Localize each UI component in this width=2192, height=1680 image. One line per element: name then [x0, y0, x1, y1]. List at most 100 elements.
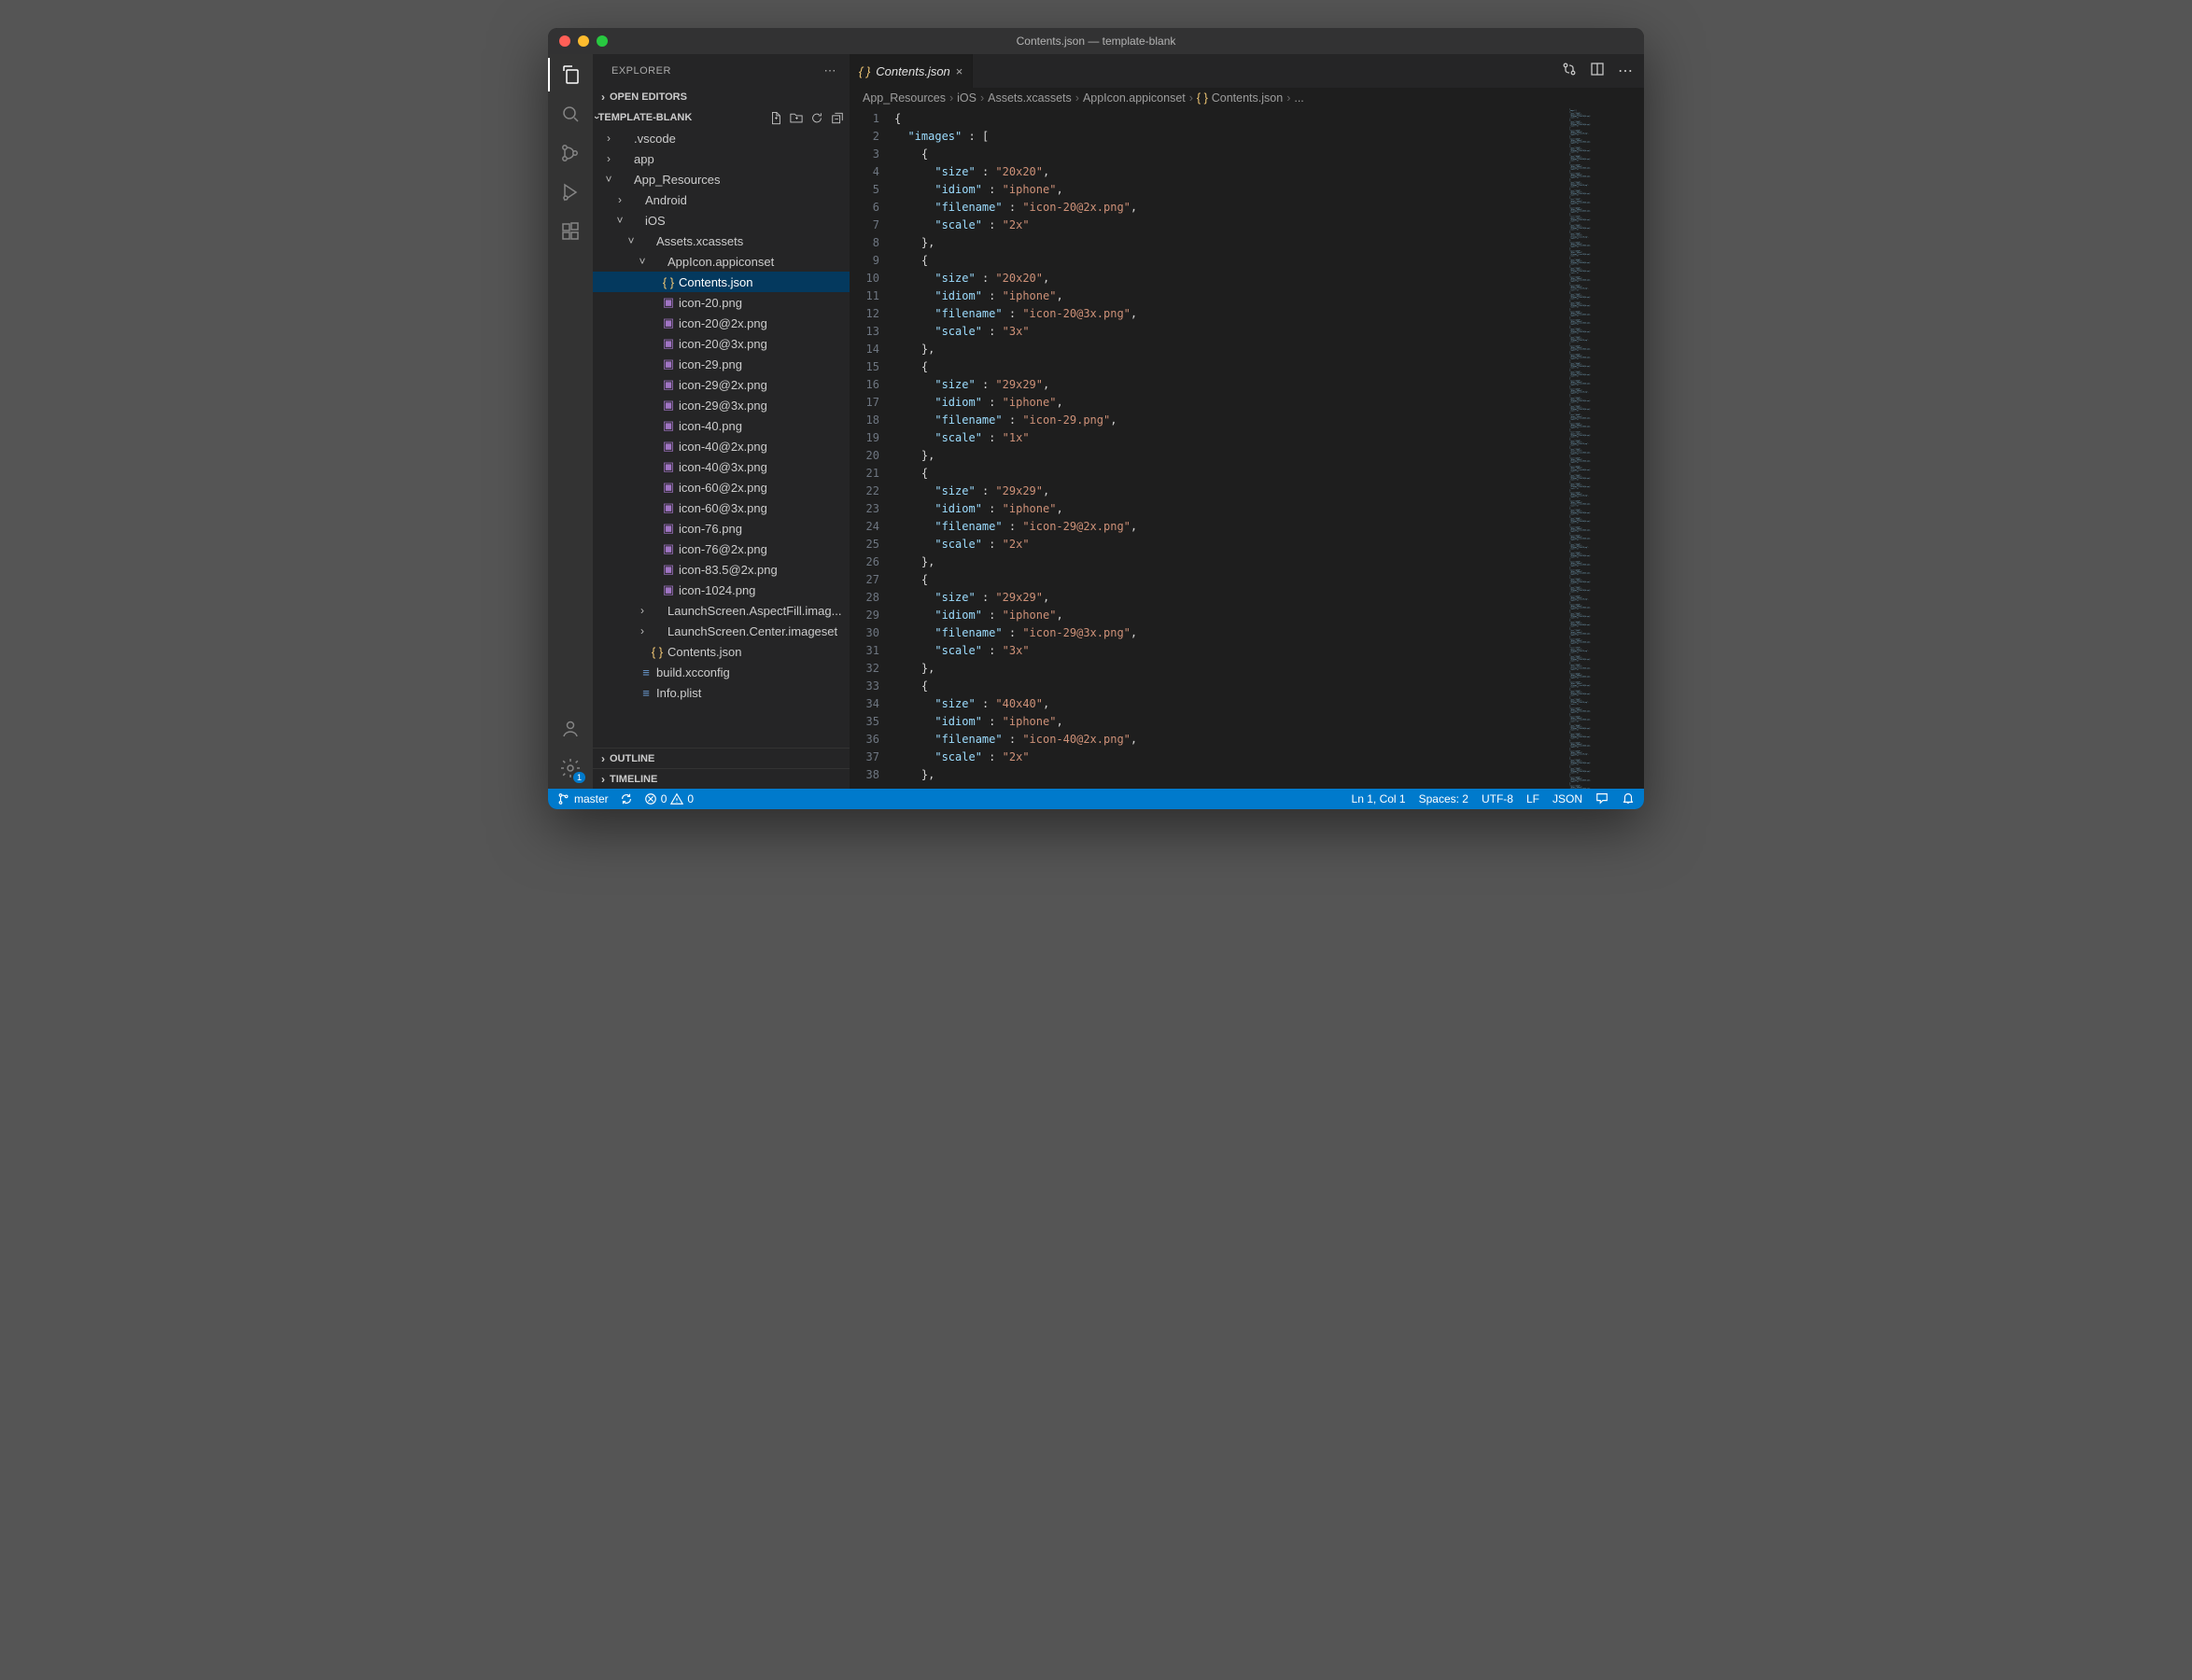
file-row[interactable]: ▣icon-20.png — [593, 292, 850, 313]
breadcrumb-item[interactable]: AppIcon.appiconset — [1083, 91, 1186, 105]
folder-row[interactable]: ›LaunchScreen.AspectFill.imag... — [593, 600, 850, 621]
project-actions — [769, 110, 844, 126]
folder-row[interactable]: ›LaunchScreen.Center.imageset — [593, 621, 850, 641]
breadcrumb-item[interactable]: { }Contents.json — [1197, 91, 1283, 105]
file-row[interactable]: ▣icon-20@3x.png — [593, 333, 850, 354]
eol[interactable]: LF — [1526, 792, 1539, 805]
image-file-icon: ▣ — [660, 377, 677, 392]
open-editors-heading[interactable]: › OPEN EDITORS — [593, 87, 850, 107]
file-row[interactable]: ≡Info.plist — [593, 682, 850, 703]
code-content[interactable]: { "images" : [ { "size" : "20x20", "idio… — [894, 108, 1569, 789]
window-controls — [548, 35, 608, 47]
split-editor-icon[interactable] — [1590, 62, 1605, 81]
folder-row[interactable]: ›Android — [593, 189, 850, 210]
tree-item-label: LaunchScreen.AspectFill.imag... — [667, 604, 841, 618]
breadcrumb-item[interactable]: Assets.xcassets — [988, 91, 1072, 105]
sidebar-more-icon[interactable]: ⋯ — [824, 63, 837, 78]
refresh-icon[interactable] — [810, 110, 823, 126]
extensions-icon[interactable] — [559, 220, 582, 243]
new-file-icon[interactable] — [769, 110, 782, 126]
image-file-icon: ▣ — [660, 439, 677, 454]
new-folder-icon[interactable] — [790, 110, 803, 126]
file-row[interactable]: ▣icon-29.png — [593, 354, 850, 374]
settings-gear-icon[interactable]: 1 — [559, 757, 582, 779]
editor-more-icon[interactable]: ⋯ — [1618, 62, 1633, 80]
titlebar: Contents.json — template-blank — [548, 28, 1644, 54]
explorer-icon[interactable] — [559, 63, 582, 86]
tree-item-label: Contents.json — [679, 275, 753, 289]
collapse-all-icon[interactable] — [831, 110, 844, 126]
file-row[interactable]: ▣icon-40@3x.png — [593, 456, 850, 477]
file-row[interactable]: ▣icon-1024.png — [593, 580, 850, 600]
feedback-icon[interactable] — [1595, 791, 1609, 807]
image-file-icon: ▣ — [660, 582, 677, 597]
close-tab-icon[interactable]: × — [956, 64, 963, 78]
breadcrumbs[interactable]: App_Resources›iOS›Assets.xcassets›AppIco… — [850, 88, 1644, 108]
minimize-window[interactable] — [578, 35, 589, 47]
file-row[interactable]: { }Contents.json — [593, 641, 850, 662]
project-heading[interactable]: › TEMPLATE-BLANK — [593, 107, 850, 128]
file-row[interactable]: ▣icon-29@3x.png — [593, 395, 850, 415]
status-bar: master 0 0 Ln 1, Col 1 Spaces: 2 UTF-8 L… — [548, 789, 1644, 809]
vscode-window: Contents.json — template-blank — [548, 28, 1644, 809]
indentation[interactable]: Spaces: 2 — [1419, 792, 1468, 805]
file-row[interactable]: ▣icon-83.5@2x.png — [593, 559, 850, 580]
encoding[interactable]: UTF-8 — [1482, 792, 1513, 805]
chevron-down-icon: ˅ — [602, 173, 615, 186]
file-row[interactable]: ▣icon-60@2x.png — [593, 477, 850, 497]
file-row[interactable]: ▣icon-76.png — [593, 518, 850, 539]
file-row[interactable]: ▣icon-76@2x.png — [593, 539, 850, 559]
window-title: Contents.json — template-blank — [548, 35, 1644, 48]
git-branch[interactable]: master — [557, 792, 609, 805]
image-file-icon: ▣ — [660, 521, 677, 536]
breadcrumb-item[interactable]: ... — [1294, 91, 1303, 105]
tree-item-label: icon-40@2x.png — [679, 440, 767, 454]
sidebar-title-row: EXPLORER ⋯ — [593, 54, 850, 87]
folder-row[interactable]: › .vscode — [593, 128, 850, 148]
file-row[interactable]: ▣icon-29@2x.png — [593, 374, 850, 395]
file-row[interactable]: ▣icon-40@2x.png — [593, 436, 850, 456]
run-debug-icon[interactable] — [559, 181, 582, 203]
folder-row[interactable]: ›app — [593, 148, 850, 169]
chevron-right-icon: › — [602, 132, 615, 145]
folder-row[interactable]: ˅AppIcon.appiconset — [593, 251, 850, 272]
outline-heading[interactable]: › OUTLINE — [593, 748, 850, 768]
image-file-icon: ▣ — [660, 315, 677, 330]
compare-changes-icon[interactable] — [1562, 62, 1577, 81]
file-row[interactable]: ▣icon-60@3x.png — [593, 497, 850, 518]
file-row[interactable]: ≡build.xcconfig — [593, 662, 850, 682]
accounts-icon[interactable] — [559, 718, 582, 740]
chevron-down-icon: ˅ — [613, 214, 626, 227]
file-row[interactable]: ▣icon-40.png — [593, 415, 850, 436]
notifications-icon[interactable] — [1622, 791, 1635, 807]
tab-contents-json[interactable]: { } Contents.json × — [850, 54, 973, 88]
timeline-heading[interactable]: › TIMELINE — [593, 768, 850, 789]
tree-item-label: .vscode — [634, 132, 676, 146]
source-control-icon[interactable] — [559, 142, 582, 164]
folder-row[interactable]: ˅Assets.xcassets — [593, 231, 850, 251]
settings-badge: 1 — [573, 772, 585, 783]
file-row[interactable]: ▣icon-20@2x.png — [593, 313, 850, 333]
search-icon[interactable] — [559, 103, 582, 125]
close-window[interactable] — [559, 35, 570, 47]
sidebar: EXPLORER ⋯ › OPEN EDITORS › TEMPLATE-BLA… — [593, 54, 850, 789]
folder-row[interactable]: ˅App_Resources — [593, 169, 850, 189]
problems[interactable]: 0 0 — [644, 792, 694, 805]
tab-filename: Contents.json — [876, 64, 950, 78]
breadcrumb-sep: › — [1286, 91, 1290, 105]
minimap[interactable]: { "images":[ { "size":"20x20", "idiom":"… — [1569, 108, 1644, 789]
cursor-position[interactable]: Ln 1, Col 1 — [1352, 792, 1406, 805]
code-editor[interactable]: 1234567891011121314151617181920212223242… — [850, 108, 1644, 789]
folder-row[interactable]: ˅iOS — [593, 210, 850, 231]
breadcrumb-sep: › — [1189, 91, 1193, 105]
tree-item-label: icon-20.png — [679, 296, 742, 310]
zoom-window[interactable] — [597, 35, 608, 47]
json-file-icon: { } — [660, 275, 677, 289]
breadcrumb-item[interactable]: App_Resources — [863, 91, 946, 105]
sync-icon[interactable] — [620, 792, 633, 805]
breadcrumb-item[interactable]: iOS — [957, 91, 977, 105]
file-row[interactable]: { }Contents.json — [593, 272, 850, 292]
tree-item-label: app — [634, 152, 654, 166]
chevron-right-icon: › — [597, 91, 610, 104]
language-mode[interactable]: JSON — [1553, 792, 1582, 805]
